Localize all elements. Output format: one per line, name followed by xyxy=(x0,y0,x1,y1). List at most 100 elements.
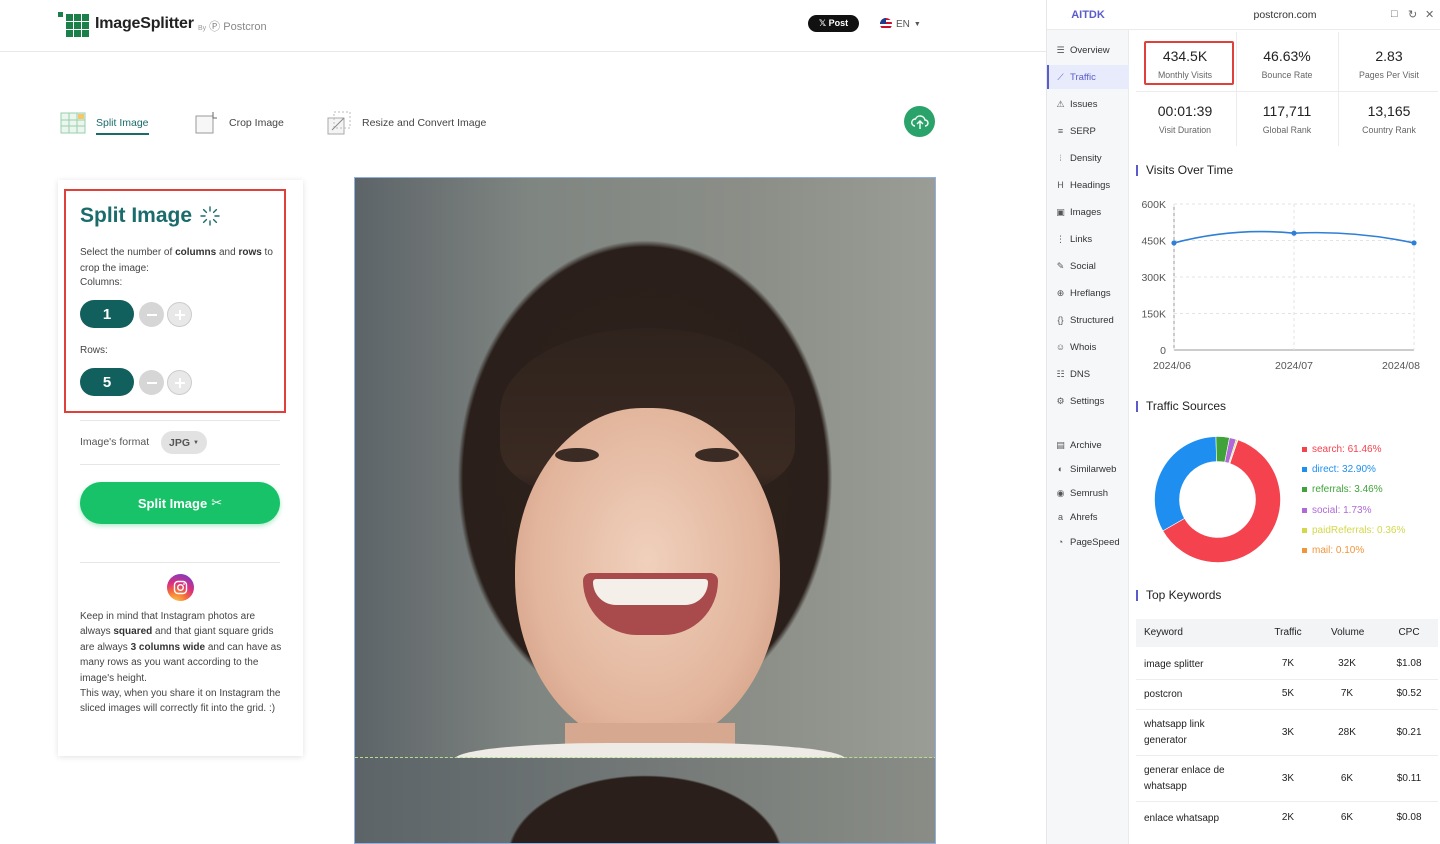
scissors-icon: ✂ xyxy=(211,495,223,510)
legend-item[interactable]: search: 61.46% xyxy=(1302,444,1382,455)
crop-icon xyxy=(195,112,217,134)
split-description: Select the number of columns and rows to… xyxy=(80,247,273,274)
nav-item-label: Semrush xyxy=(1070,487,1109,499)
columns-label: Columns: xyxy=(80,277,123,288)
metric-global-rank: 117,711 Global Rank xyxy=(1262,103,1312,135)
nav-item-label: SERP xyxy=(1070,125,1096,137)
legend-item[interactable]: social: 1.73% xyxy=(1302,505,1371,516)
nav-item-hreflangs[interactable]: ⊕ Hreflangs xyxy=(1047,281,1129,305)
legend-item[interactable]: referrals: 3.46% xyxy=(1302,484,1383,495)
y-tick-label: 300K xyxy=(1141,272,1166,284)
keyword-cell-traffic: 2K xyxy=(1281,812,1295,823)
nav-item-overview[interactable]: ☰ Overview xyxy=(1047,38,1129,62)
format-select[interactable]: JPG ▼ xyxy=(161,431,207,454)
nav-item-structured[interactable]: {} Structured xyxy=(1047,308,1129,332)
server-icon: ☷ xyxy=(1056,368,1065,379)
rows-label: Rows: xyxy=(80,345,108,356)
divider xyxy=(80,562,280,563)
nav-item-links[interactable]: ⋮ Links xyxy=(1047,227,1129,251)
nav-item-traffic[interactable]: ⟋ Traffic xyxy=(1047,65,1129,89)
tab-resize-convert[interactable]: Resize and Convert Image xyxy=(326,110,486,136)
tab-crop-image[interactable]: Crop Image xyxy=(193,110,284,136)
keyword-cell-traffic: 3K xyxy=(1281,727,1295,738)
logo-title[interactable]: ImageSplitter xyxy=(95,15,194,33)
keyword-cell-keyword: enlace whatsapp xyxy=(1144,813,1220,824)
keyword-cell-cpc: $0.08 xyxy=(1396,812,1422,823)
split-image-button[interactable]: Split Image ✂ xyxy=(80,482,280,524)
logo-by-text: By xyxy=(198,25,207,32)
tab-label: Split Image xyxy=(96,117,149,135)
close-icon[interactable]: ✕ xyxy=(1425,8,1434,21)
nav-item-settings[interactable]: ⚙ Settings xyxy=(1047,389,1129,413)
nav-item-label: Traffic xyxy=(1070,71,1096,83)
format-value: JPG xyxy=(169,436,191,449)
table-row-divider xyxy=(1136,755,1438,756)
table-row-divider xyxy=(1136,801,1438,802)
legend-item[interactable]: mail: 0.10% xyxy=(1302,545,1364,556)
nav-item-pagespeed[interactable]: ◔ PageSpeed xyxy=(1047,530,1129,554)
columns-increment-button[interactable] xyxy=(167,302,192,327)
y-tick-label: 450K xyxy=(1141,236,1166,248)
nav-item-semrush[interactable]: ◉ Semrush xyxy=(1047,481,1129,505)
nav-item-label: Issues xyxy=(1070,98,1098,110)
legend-label: mail: 0.10% xyxy=(1312,545,1365,556)
nav-item-social[interactable]: ✎ Social xyxy=(1047,254,1129,278)
nav-item-ahrefs[interactable]: a Ahrefs xyxy=(1047,505,1129,529)
photo-eye xyxy=(695,448,739,462)
nav-item-label: Social xyxy=(1070,260,1096,272)
nav-item-headings[interactable]: H Headings xyxy=(1047,173,1129,197)
keyword-cell-volume: 6K xyxy=(1340,812,1354,823)
keywords-header-cell: Keyword xyxy=(1144,627,1183,638)
semrush-icon: ◉ xyxy=(1056,487,1065,498)
split-image-heading: Split Image xyxy=(80,204,220,228)
nav-item-similarweb[interactable]: ◐ Similarweb xyxy=(1047,457,1129,481)
language-selector[interactable]: EN ▼ xyxy=(880,18,921,30)
legend-swatch xyxy=(1302,487,1307,493)
x-post-button[interactable]: 𝕏 Post xyxy=(808,15,859,32)
nav-item-dns[interactable]: ☷ DNS xyxy=(1047,362,1129,386)
refresh-icon[interactable]: ↻ xyxy=(1408,8,1417,21)
keywords-header-cell: Volume xyxy=(1331,627,1365,638)
legend-item[interactable]: direct: 32.90% xyxy=(1302,464,1376,475)
logo-grid-icon[interactable] xyxy=(58,12,89,37)
tab-split-image[interactable]: Split Image xyxy=(60,110,149,136)
globe-icon: ⊕ xyxy=(1056,287,1065,298)
rows-increment-button[interactable] xyxy=(167,370,192,395)
nav-item-issues[interactable]: ⚠ Issues xyxy=(1047,92,1129,116)
donut-slice-direct[interactable] xyxy=(1154,436,1217,532)
nav-item-label: Similarweb xyxy=(1070,463,1117,475)
keywords-header-cell: CPC xyxy=(1398,627,1420,638)
logo-byline: By Ⓟ Postcron xyxy=(198,18,267,34)
rows-decrement-button[interactable] xyxy=(139,370,164,395)
rows-value[interactable]: 5 xyxy=(80,368,134,396)
nav-item-label: Images xyxy=(1070,206,1102,218)
keyword-cell-traffic: 3K xyxy=(1281,773,1295,784)
top-keywords-title: Top Keywords xyxy=(1136,589,1221,601)
keyword-cell-cpc: $0.11 xyxy=(1396,773,1422,784)
nav-item-archive[interactable]: ▤ Archive xyxy=(1047,433,1129,457)
nav-item-density[interactable]: ⦙ Density xyxy=(1047,146,1129,170)
plus-icon xyxy=(174,377,185,388)
keyword-cell-keyword: postcron xyxy=(1144,689,1183,700)
traffic-icon: ⟋ xyxy=(1057,71,1064,82)
legend-swatch xyxy=(1302,548,1307,553)
instagram-icon xyxy=(167,574,194,601)
keyword-cell-cpc: $0.21 xyxy=(1396,727,1422,738)
image-preview[interactable] xyxy=(354,177,936,844)
table-row-divider xyxy=(1136,709,1438,710)
nav-item-images[interactable]: ▣ Images xyxy=(1047,200,1129,224)
crop-screen-icon[interactable]: □ xyxy=(1391,8,1398,20)
legend-item[interactable]: paidReferrals: 0.36% xyxy=(1302,525,1405,536)
metric-monthly-visits: 434.5K Monthly Visits xyxy=(1157,48,1213,80)
image-icon: ▣ xyxy=(1056,206,1065,217)
nav-item-serp[interactable]: ≡ SERP xyxy=(1047,119,1129,143)
keyword-cell-volume: 6K xyxy=(1340,773,1354,784)
braces-icon: {} xyxy=(1057,315,1064,325)
upload-button[interactable] xyxy=(904,106,935,137)
nav-item-label: Density xyxy=(1070,152,1102,164)
columns-value[interactable]: 1 xyxy=(80,300,134,328)
metric-visit-duration: 00:01:39 Visit Duration xyxy=(1157,103,1213,135)
extension-brand[interactable]: AITDK xyxy=(1047,0,1129,30)
nav-item-whois[interactable]: ☺ Whois xyxy=(1047,335,1129,359)
columns-decrement-button[interactable] xyxy=(139,302,164,327)
